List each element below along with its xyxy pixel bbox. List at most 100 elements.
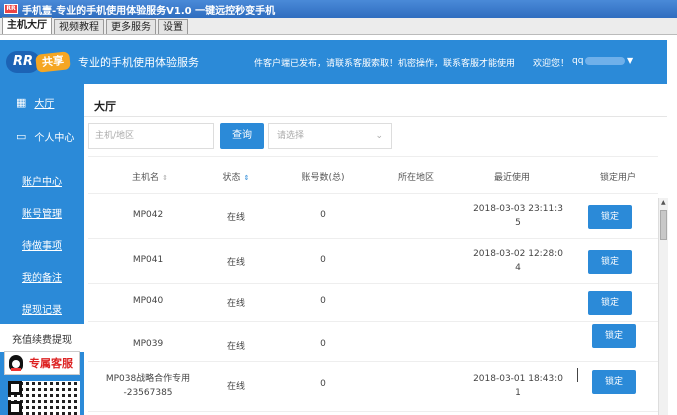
scroll-thumb[interactable] (660, 210, 667, 240)
logo-mark: RR (6, 51, 40, 73)
sidebar-item-label: 提现记录 (22, 304, 62, 316)
qq-service-label: 专属客服 (29, 357, 73, 370)
last-used-line: 2018-03-02 12:28:0 (473, 249, 563, 259)
header: RR 共享 专业的手机使用体验服务 件客户端已发布，请联系客服索取！机密操作，联… (0, 40, 667, 84)
table-row: MP042 在线 0 2018-03-03 23:11:3 5 锁定 (88, 194, 658, 239)
scroll-up-arrow-icon[interactable]: ▲ (661, 199, 666, 206)
tab-more-services[interactable]: 更多服务 (106, 19, 156, 34)
sort-icon[interactable]: ⇕ (162, 174, 168, 182)
sidebar-item-label: 我的备注 (22, 272, 62, 284)
title-bar: RR 手机壹-专业的手机使用体验服务V1.0 一键远控秒变手机 (0, 0, 677, 18)
table-row: MP038战略合作专用 -23567385 在线 0 2018-03-01 18… (88, 362, 658, 412)
col-last-used: 最近使用 (493, 173, 530, 183)
qq-penguin-icon (9, 355, 23, 371)
last-used-line: 2018-03-03 23:11:3 (473, 204, 563, 214)
host-status: 在线 (226, 258, 245, 268)
qq-service-button[interactable]: 专属客服 (4, 351, 80, 375)
app-window: RR 手机壹-专业的手机使用体验服务V1.0 一键远控秒变手机 主机大厅 视频教… (0, 0, 677, 415)
sidebar-item-personal-center[interactable]: ▭ 个人中心 (0, 122, 84, 150)
host-name: MP039 (132, 339, 164, 349)
qr-finder (8, 381, 22, 395)
app-icon: RR (4, 4, 18, 14)
search-input[interactable]: 主机/地区 (88, 123, 214, 149)
slogan: 专业的手机使用体验服务 (78, 56, 199, 69)
account-count: 0 (320, 379, 326, 389)
divider (84, 116, 667, 117)
last-used: 2018-03-02 12:28:0 4 (468, 247, 568, 275)
chevron-down-icon: ⌄ (375, 131, 383, 141)
host-name: MP038战略合作专用 -23567385 (96, 372, 200, 400)
sidebar-item-account-center[interactable]: 账户中心 (0, 166, 84, 194)
caret-down-icon[interactable]: ▼ (627, 56, 633, 65)
sidebar-item-label: 账户中心 (22, 176, 62, 188)
logo-badge: 共享 (35, 51, 71, 73)
lock-button[interactable]: 锁定 (588, 250, 632, 274)
lock-button[interactable]: 锁定 (588, 205, 632, 229)
sidebar-item-recharge[interactable]: 充值续费提现 (0, 324, 84, 352)
last-used: 2018-03-03 23:11:3 5 (468, 202, 568, 230)
table-row: MP041 在线 0 2018-03-02 12:28:0 4 锁定 (88, 239, 658, 284)
tab-video-tutorial[interactable]: 视频教程 (54, 19, 104, 34)
sidebar-item-label: 待做事项 (22, 240, 62, 252)
table-row: MP040 在线 0 锁定 (88, 284, 658, 322)
welcome-text: 欢迎您！ (533, 59, 570, 69)
col-region: 所在地区 (397, 173, 434, 183)
tab-settings[interactable]: 设置 (158, 19, 188, 34)
select-placeholder: 请选择 (277, 131, 305, 141)
user-menu[interactable]: qq (572, 56, 626, 66)
last-used: 2018-03-01 18:43:0 1 (468, 372, 568, 400)
host-name-line: MP038战略合作专用 (105, 374, 191, 384)
main-content: 大厅 主机/地区 查询 请选择 ⌄ 主机名 ⇕ 状态 ⇕ 账号数(总) 所在地区 最… (84, 84, 667, 415)
sidebar-item-lobby[interactable]: ▦ 大厅 (0, 88, 84, 116)
logo: RR 共享 (6, 51, 72, 73)
user-id-redacted (585, 56, 626, 65)
sort-icon[interactable]: ⇕ (244, 174, 250, 182)
sidebar-item-label: 大厅 (34, 98, 55, 110)
header-label: 状态 (222, 173, 241, 183)
host-name: MP042 (132, 210, 164, 220)
col-status[interactable]: 状态 ⇕ (206, 170, 266, 183)
host-status: 在线 (226, 299, 245, 309)
col-lock-user: 锁定用户 (599, 173, 636, 183)
table-header: 主机名 ⇕ 状态 ⇕ 账号数(总) 所在地区 最近使用 锁定用户 (88, 156, 658, 194)
scrollbar[interactable]: ▲ (658, 198, 668, 415)
last-used-line: 4 (515, 263, 521, 273)
account-count: 0 (320, 339, 326, 349)
tab-lobby[interactable]: 主机大厅 (2, 17, 52, 34)
user-name: qq (572, 56, 584, 66)
host-status: 在线 (226, 342, 245, 352)
page-title: 大厅 (94, 100, 116, 113)
text-cursor-icon (577, 368, 580, 382)
menu-bar: 主机大厅 视频教程 更多服务 设置 (0, 17, 677, 35)
last-used-line: 5 (515, 218, 521, 228)
sidebar-item-label: 个人中心 (34, 132, 75, 144)
host-status: 在线 (226, 213, 245, 223)
sidebar: ▦ 大厅 ▭ 个人中心 账户中心 账号管理 待做事项 我的备注 提现记录 充值续… (0, 84, 84, 415)
sidebar-item-my-notes[interactable]: 我的备注 (0, 262, 84, 290)
document-icon: ▭ (16, 129, 27, 143)
lock-button[interactable]: 锁定 (592, 370, 636, 394)
lock-button[interactable]: 锁定 (588, 291, 632, 315)
query-button[interactable]: 查询 (220, 123, 264, 149)
host-name-line: -23567385 (123, 388, 173, 398)
window-title: 手机壹-专业的手机使用体验服务V1.0 一键远控秒变手机 (22, 5, 276, 17)
sidebar-item-label: 账号管理 (22, 208, 62, 220)
table-row: MP039 在线 0 锁定 (88, 322, 658, 362)
account-count: 0 (320, 255, 326, 265)
col-host-name[interactable]: 主机名 ⇕ (120, 170, 180, 183)
account-count: 0 (320, 210, 326, 220)
lock-button[interactable]: 锁定 (592, 324, 636, 348)
sidebar-item-withdraw-records[interactable]: 提现记录 (0, 294, 84, 322)
sidebar-item-todo[interactable]: 待做事项 (0, 230, 84, 258)
qr-finder (8, 401, 22, 415)
header-label: 主机名 (132, 173, 160, 183)
filter-select[interactable]: 请选择 ⌄ (268, 123, 392, 149)
account-count: 0 (320, 296, 326, 306)
qr-code-icon (8, 381, 80, 415)
grid-icon: ▦ (16, 95, 27, 109)
last-used-line: 2018-03-01 18:43:0 (473, 374, 563, 384)
host-name: MP040 (132, 296, 164, 306)
sidebar-item-account-management[interactable]: 账号管理 (0, 198, 84, 226)
host-name: MP041 (132, 255, 164, 265)
col-account-count: 账号数(总) (301, 173, 345, 183)
